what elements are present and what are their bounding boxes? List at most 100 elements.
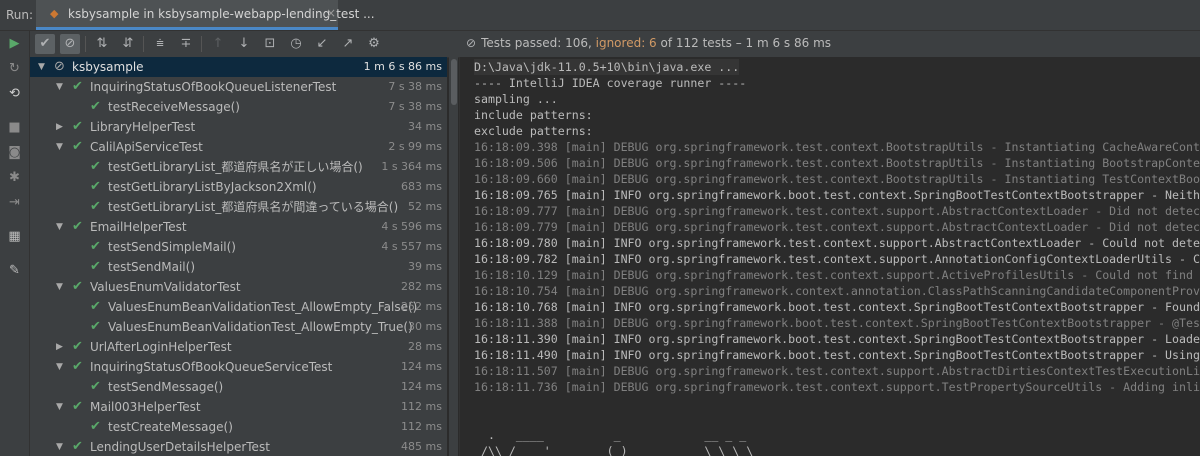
console-line: 16:18:09.777 [main] DEBUG org.springfram… — [474, 204, 1200, 218]
tree-row[interactable]: ▼ ✔ InquiringStatusOfBookQueueServiceTest 1… — [30, 357, 447, 377]
toggle-auto-test-icon[interactable]: ⟲ — [6, 85, 23, 102]
prev-failed-icon[interactable]: ↑ — [208, 34, 228, 54]
tree-row-duration: 112 ms — [401, 420, 442, 433]
console-line: 16:18:10.129 [main] DEBUG org.springfram… — [474, 268, 1193, 282]
tree-row[interactable]: ▶ ✔ LibraryHelperTest 34 ms — [30, 117, 447, 137]
camera-icon[interactable]: ◙ — [6, 144, 23, 161]
run-tab-bar: Run: ◆ ksbysample in ksbysample-webapp-l… — [0, 0, 1200, 31]
tree-row-label: ValuesEnumBeanValidationTest_AllowEmpty_… — [108, 320, 413, 334]
tree-scrollbar[interactable] — [449, 57, 458, 456]
exit-icon[interactable]: ⇥ — [6, 194, 23, 211]
passed-icon: ✔ — [72, 399, 83, 414]
tree-row-duration: 1 m 6 s 86 ms — [363, 60, 442, 73]
tree-row[interactable]: ▼ ✔ InquiringStatusOfBookQueueListenerTest… — [30, 77, 447, 97]
tree-row-duration: 112 ms — [401, 400, 442, 413]
passed-icon: ✔ — [72, 79, 83, 94]
collapse-arrow-icon[interactable]: ▼ — [56, 357, 63, 377]
console-line: 16:18:11.390 [main] INFO org.springframe… — [474, 332, 1200, 346]
ignored-icon: ⊘ — [54, 59, 65, 74]
history-icon[interactable]: ◷ — [286, 34, 306, 54]
tree-row-label: ksbysample — [72, 60, 144, 74]
passed-icon: ✔ — [90, 419, 101, 434]
tree-row-duration: 34 ms — [408, 120, 442, 133]
tree-row-label: UrlAfterLoginHelperTest — [90, 340, 232, 354]
tree-row[interactable]: ▼ ✔ EmailHelperTest 4 s 596 ms — [30, 217, 447, 237]
tree-row[interactable]: ✔ testGetLibraryList_都道府県名が間違っている場合() 52 m… — [30, 197, 447, 217]
run-tab[interactable]: ◆ ksbysample in ksbysample-webapp-lendin… — [36, 0, 375, 30]
collapse-arrow-icon[interactable]: ▼ — [56, 77, 63, 97]
console-line: exclude patterns: — [474, 124, 593, 138]
expand-arrow-icon[interactable]: ▶ — [56, 117, 63, 137]
passed-icon: ✔ — [90, 179, 101, 194]
expand-all-icon[interactable]: ⩧ — [150, 34, 170, 54]
collapse-arrow-icon[interactable]: ▼ — [38, 57, 45, 77]
console-line: 16:18:11.507 [main] DEBUG org.springfram… — [474, 364, 1200, 378]
tree-row-label: CalilApiServiceTest — [90, 140, 203, 154]
tree-row[interactable]: ✔ ValuesEnumBeanValidationTest_AllowEmpty… — [30, 297, 447, 317]
show-ignored-icon[interactable]: ⊘ — [60, 34, 80, 54]
tree-row[interactable]: ✔ testSendMail() 39 ms — [30, 257, 447, 277]
layout-icon[interactable]: ▦ — [6, 228, 23, 245]
tree-row[interactable]: ✔ testGetLibraryListByJackson2Xml() 683 ms — [30, 177, 447, 197]
tree-row-label: Mail003HelperTest — [90, 400, 201, 414]
tree-row-label: testSendSimpleMail() — [108, 240, 236, 254]
tree-row-label: LibraryHelperTest — [90, 120, 196, 134]
pin-icon[interactable]: ✎ — [6, 262, 23, 279]
sort-duration-icon[interactable]: ⇵ — [118, 34, 138, 54]
tree-row[interactable]: ✔ testReceiveMessage() 7 s 38 ms — [30, 97, 447, 117]
tree-row-label: testReceiveMessage() — [108, 100, 240, 114]
passed-icon: ✔ — [90, 239, 101, 254]
collapse-arrow-icon[interactable]: ▼ — [56, 397, 63, 417]
collapse-arrow-icon[interactable]: ▼ — [56, 217, 63, 237]
tree-row[interactable]: ▼ ✔ CalilApiServiceTest 2 s 99 ms — [30, 137, 447, 157]
settings-icon[interactable]: ✱ — [6, 169, 23, 186]
tree-row-label: EmailHelperTest — [90, 220, 187, 234]
rerun-icon[interactable]: ▶ — [6, 35, 23, 52]
console-output[interactable]: D:\Java\jdk-11.0.5+10\bin\java.exe ... --… — [460, 57, 1200, 456]
rerun-failed-icon[interactable]: ↻ — [6, 60, 23, 77]
tree-row[interactable]: ✔ ValuesEnumBeanValidationTest_AllowEmpty… — [30, 317, 447, 337]
console-line: 16:18:11.490 [main] INFO org.springframe… — [474, 348, 1200, 362]
tree-row-duration: 39 ms — [408, 260, 442, 273]
tree-row[interactable]: ✔ testSendSimpleMail() 4 s 557 ms — [30, 237, 447, 257]
passed-icon: ✔ — [72, 219, 83, 234]
collapse-arrow-icon[interactable]: ▼ — [56, 437, 63, 456]
console-line: 16:18:09.779 [main] DEBUG org.springfram… — [474, 220, 1200, 234]
tree-row[interactable]: ▶ ✔ UrlAfterLoginHelperTest 28 ms — [30, 337, 447, 357]
tree-row[interactable]: ▼ ✔ ValuesEnumValidatorTest 282 ms — [30, 277, 447, 297]
tree-row-label: testGetLibraryList_都道府県名が正しい場合() — [108, 160, 363, 174]
console-line: 16:18:09.780 [main] INFO org.springframe… — [474, 236, 1200, 250]
status-ignored: ignored: 6 — [595, 36, 657, 50]
next-failed-icon[interactable]: ↓ — [234, 34, 254, 54]
passed-icon: ✔ — [72, 339, 83, 354]
import-tests-icon[interactable]: ⊡ — [260, 34, 280, 54]
settings-icon[interactable]: ⚙ — [364, 34, 384, 54]
tree-row-duration: 124 ms — [401, 380, 442, 393]
test-toolbar: ✔ ⊘ ⇅ ⇵ ⩧ ∓ ↑ ↓ ⊡ ◷ ↙ ↗ ⚙ ⊘ Tests passed:… — [30, 31, 1200, 58]
close-icon[interactable]: × — [326, 6, 336, 20]
tree-row[interactable]: ✔ testSendMessage() 124 ms — [30, 377, 447, 397]
collapse-arrow-icon[interactable]: ▼ — [56, 137, 63, 157]
console-line: 16:18:09.506 [main] DEBUG org.springfram… — [474, 156, 1200, 170]
open-external-icon[interactable]: ↗ — [338, 34, 358, 54]
passed-icon: ✔ — [90, 299, 101, 314]
tree-row-label: testGetLibraryList_都道府県名が間違っている場合() — [108, 200, 399, 214]
passed-icon: ✔ — [72, 139, 83, 154]
tree-row[interactable]: ▼ ⊘ ksbysample 1 m 6 s 86 ms — [30, 57, 447, 77]
collapse-arrow-icon[interactable]: ▼ — [56, 277, 63, 297]
tree-row[interactable]: ▼ ✔ Mail003HelperTest 112 ms — [30, 397, 447, 417]
tree-row[interactable]: ▼ ✔ LendingUserDetailsHelperTest 485 ms — [30, 437, 447, 456]
export-icon[interactable]: ↙ — [312, 34, 332, 54]
expand-arrow-icon[interactable]: ▶ — [56, 337, 63, 357]
sort-alpha-icon[interactable]: ⇅ — [92, 34, 112, 54]
collapse-all-icon[interactable]: ∓ — [176, 34, 196, 54]
tree-row-label: LendingUserDetailsHelperTest — [90, 440, 270, 454]
ignored-status-icon: ⊘ — [466, 36, 477, 50]
console-line: 16:18:09.660 [main] DEBUG org.springfram… — [474, 172, 1200, 186]
tree-scrollbar-thumb[interactable] — [451, 59, 457, 105]
show-passed-icon[interactable]: ✔ — [35, 34, 55, 54]
tree-row[interactable]: ✔ testGetLibraryList_都道府県名が正しい場合() 1 s 364… — [30, 157, 447, 177]
tree-row[interactable]: ✔ testCreateMessage() 112 ms — [30, 417, 447, 437]
console-line: . ____ _ __ _ _ — [474, 428, 747, 442]
stop-icon[interactable]: ■ — [6, 119, 23, 136]
